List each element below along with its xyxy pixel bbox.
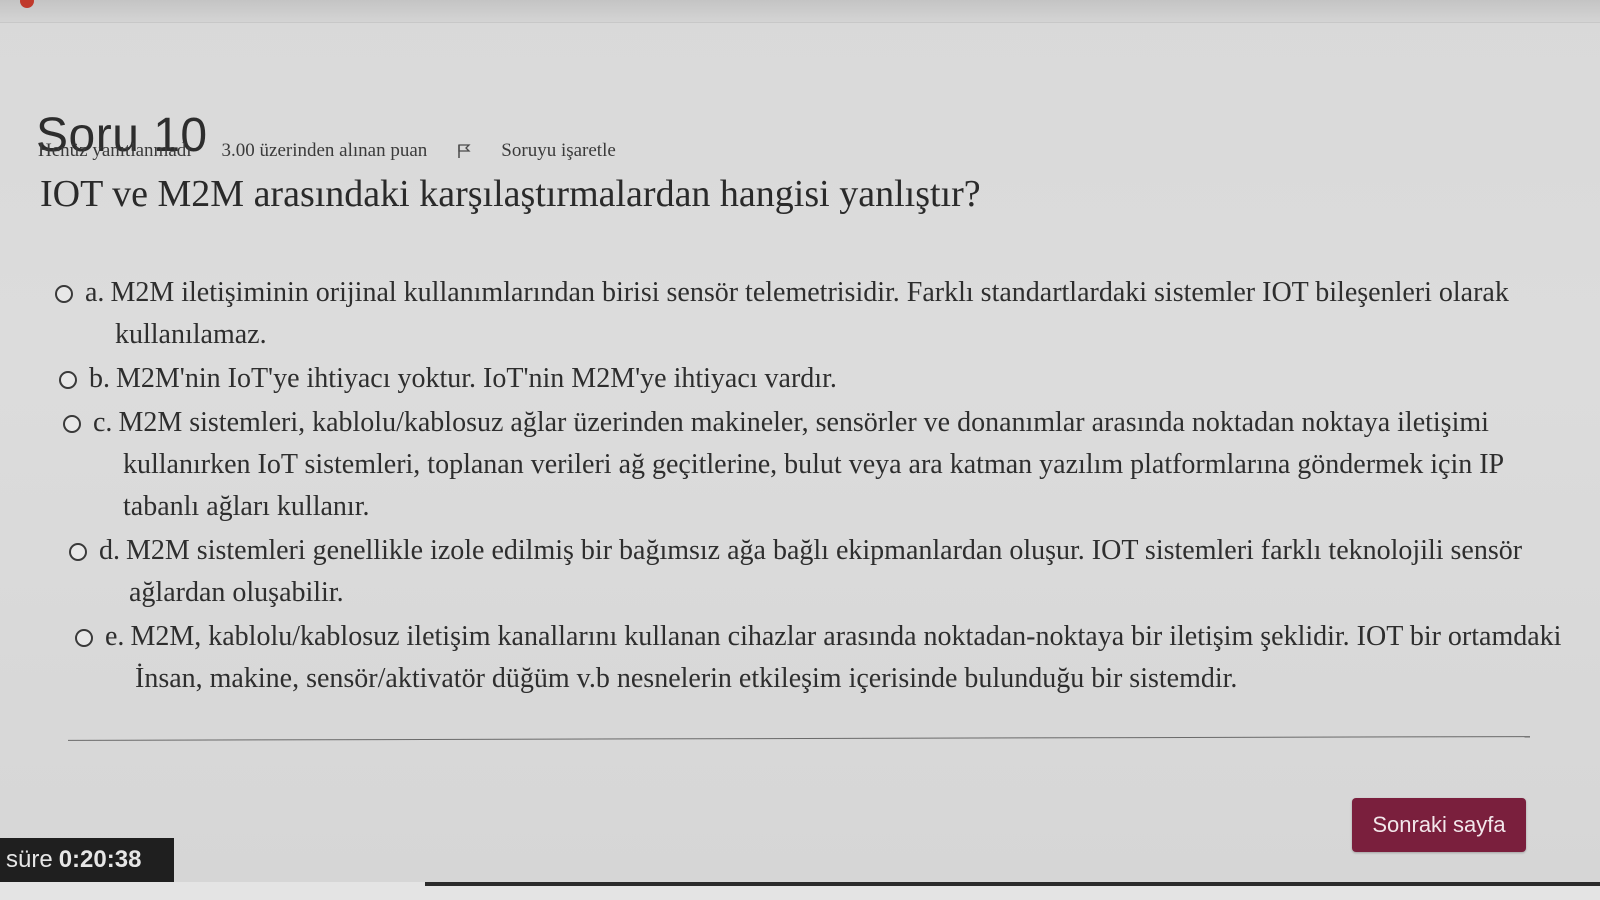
answer-text: M2M iletişiminin orijinal kullanımlarınd… — [110, 277, 1509, 350]
question-status: Henüz yanıtlanmadı — [38, 140, 192, 161]
question-points: 3.00 üzerinden alınan puan — [221, 140, 428, 161]
answer-option-c[interactable]: c. M2M sistemleri, kablolu/kablosuz ağlar… — [55, 402, 1575, 528]
radio-button[interactable] — [63, 415, 81, 433]
timer-value: 0:20:38 — [58, 846, 142, 873]
bottom-bar — [0, 882, 1600, 900]
answer-label[interactable]: d. M2M sistemleri genellikle izole edilmi… — [99, 530, 1575, 614]
answer-text: M2M sistemleri, kablolu/kablosuz ağlar ü… — [118, 407, 1504, 522]
question-text: IOT ve M2M arasındaki karşılaştırmalarda… — [40, 173, 981, 215]
answer-letter: a. — [85, 277, 105, 308]
answer-option-e[interactable]: e. M2M, kablolu/kablosuz iletişim kanalla… — [55, 616, 1575, 700]
answer-label[interactable]: b. M2M'nin IoT'ye ihtiyacı yoktur. IoT'ni… — [89, 358, 1575, 400]
answer-text: M2M sistemleri genellikle izole edilmiş … — [126, 535, 1523, 608]
next-page-button[interactable]: Sonraki sayfa — [1352, 798, 1526, 852]
bottom-strip — [425, 882, 1600, 886]
answer-letter: b. — [89, 363, 110, 394]
answer-label[interactable]: c. M2M sistemleri, kablolu/kablosuz ağlar… — [93, 402, 1575, 528]
answer-label[interactable]: e. M2M, kablolu/kablosuz iletişim kanalla… — [105, 616, 1575, 700]
radio-button[interactable] — [55, 285, 73, 303]
flag-question-link[interactable]: Soruyu işaretle — [457, 140, 646, 162]
answer-text: M2M'nin IoT'ye ihtiyacı yoktur. IoT'nin … — [116, 363, 837, 394]
radio-button[interactable] — [59, 371, 77, 389]
answer-label[interactable]: a. M2M iletişiminin orijinal kullanımları… — [85, 272, 1575, 356]
answer-option-a[interactable]: a. M2M iletişiminin orijinal kullanımları… — [55, 272, 1575, 356]
answer-letter: e. — [105, 621, 125, 652]
answer-text: M2M, kablolu/kablosuz iletişim kanalları… — [130, 621, 1562, 694]
answer-option-b[interactable]: b. M2M'nin IoT'ye ihtiyacı yoktur. IoT'ni… — [55, 358, 1575, 400]
browser-tab-icon[interactable] — [20, 0, 34, 8]
radio-button[interactable] — [69, 543, 87, 561]
answer-option-d[interactable]: d. M2M sistemleri genellikle izole edilmi… — [55, 530, 1575, 614]
timer-label: süre — [6, 846, 53, 873]
answer-list: a. M2M iletişiminin orijinal kullanımları… — [55, 272, 1575, 702]
browser-top-bar — [0, 0, 1600, 23]
section-divider — [68, 736, 1530, 741]
flag-question-label: Soruyu işaretle — [501, 140, 616, 161]
answer-letter: c. — [93, 407, 113, 438]
quiz-timer: süre 0:20:38 — [0, 838, 174, 882]
question-info: Henüz yanıtlanmadı 3.00 üzerinden alınan… — [38, 140, 646, 162]
radio-button[interactable] — [75, 629, 93, 647]
answer-letter: d. — [99, 535, 120, 566]
flag-icon — [457, 143, 471, 159]
